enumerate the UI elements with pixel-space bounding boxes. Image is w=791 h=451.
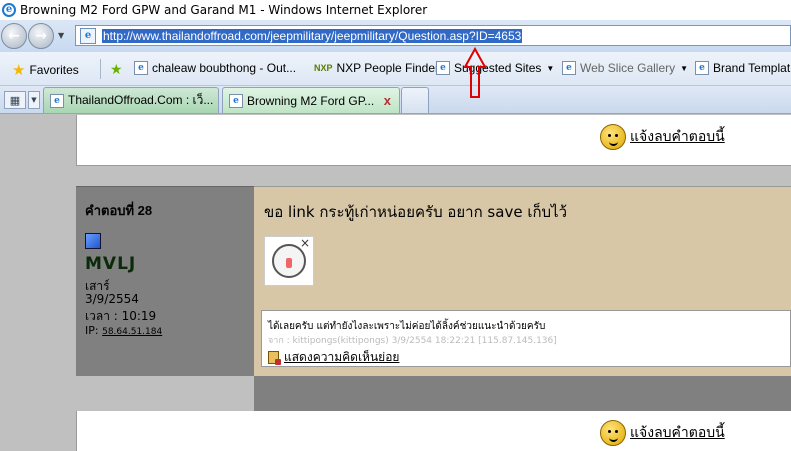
sub-comment-text: ได้เลยครับ แต่ทำยังไงละเพราะไม่ค่อยได้ลิ… xyxy=(268,321,546,332)
favorite-item-suggested-sites[interactable]: e Suggested Sites ▼ xyxy=(436,61,554,75)
chevron-down-icon: ▼ xyxy=(31,96,37,104)
nxp-logo-icon: NXP xyxy=(314,63,333,73)
reply-author-panel: คำตอบที่ 28 MVLJ เสาร์ 3/9/2554 เวลา : 1… xyxy=(76,186,254,376)
favorite-item-outlook[interactable]: e chaleaw boubthong - Out... xyxy=(134,61,296,75)
favorite-item-label: Web Slice Gallery xyxy=(580,61,676,75)
reply-footer-right xyxy=(254,376,791,411)
reply-number: คำตอบที่ 28 xyxy=(85,203,153,218)
back-button[interactable]: ← xyxy=(1,23,27,49)
smiley-icon xyxy=(600,124,626,150)
username: MVLJ xyxy=(85,254,137,274)
new-tab-button[interactable] xyxy=(401,87,429,113)
reply-ip: IP: 58.64.51.184 xyxy=(85,324,162,337)
report-link-label: แจ้งลบคำตอบนี้ xyxy=(630,425,725,441)
window-title: Browning M2 Ford GPW and Garand M1 - Win… xyxy=(20,3,428,17)
chevron-down-icon: ▼ xyxy=(680,63,689,73)
page-icon: e xyxy=(695,61,709,75)
forward-arrow-icon: → xyxy=(35,28,47,44)
page-icon: e xyxy=(134,61,148,75)
favorite-item-web-slice[interactable]: e Web Slice Gallery ▼ xyxy=(562,61,688,75)
favorites-label: Favorites xyxy=(29,63,79,77)
ip-label: IP: xyxy=(85,324,99,337)
ie-logo-icon: e xyxy=(2,3,16,17)
favorite-item-label: NXP People Finder xyxy=(336,61,440,75)
tab-browning-m2[interactable]: e Browning M2 Ford GP... x xyxy=(222,87,400,113)
page-icon: e xyxy=(229,93,243,108)
forward-button[interactable]: → xyxy=(28,23,54,49)
add-favorite-icon: ★ xyxy=(110,61,123,77)
tab-bar: ▦ ▼ e ThailandOffroad.Com : เว็... e Bro… xyxy=(0,86,791,114)
page-icon: e xyxy=(436,61,450,75)
user-os-icon xyxy=(85,233,101,249)
reply-text: ขอ link กระทู้เก่าหน่อยครับ อยาก save เก… xyxy=(264,203,568,221)
comment-icon xyxy=(268,351,281,365)
sub-comment-meta: จาก : kittipongs(kittipongs) 3/9/2554 18… xyxy=(268,336,557,346)
crying-face-icon xyxy=(272,236,310,278)
close-icon[interactable]: x xyxy=(384,93,391,108)
back-arrow-icon: ← xyxy=(8,28,20,44)
report-delete-link[interactable]: แจ้งลบคำตอบนี้ xyxy=(600,420,725,446)
report-delete-link[interactable]: แจ้งลบคำตอบนี้ xyxy=(600,124,725,150)
favorite-item-label: Brand Templat xyxy=(713,61,791,75)
show-comments-link[interactable]: แสดงความคิดเห็นย่อย xyxy=(268,348,399,367)
sub-comment-box: ได้เลยครับ แต่ทำยังไงละเพราะไม่ค่อยได้ลิ… xyxy=(261,310,791,367)
navigation-bar: ← → ▼ e http://www.thailandoffroad.com/j… xyxy=(0,20,791,52)
history-dropdown-icon[interactable]: ▼ xyxy=(58,31,64,40)
reply-body: ขอ link กระทู้เก่าหน่อยครับ อยาก save เก… xyxy=(254,186,791,376)
address-bar[interactable]: e http://www.thailandoffroad.com/jeepmil… xyxy=(75,25,791,46)
window-titlebar: e Browning M2 Ford GPW and Garand M1 - W… xyxy=(0,0,791,20)
add-to-favorites-button[interactable]: ★ xyxy=(110,61,127,78)
tab-thailandoffroad[interactable]: e ThailandOffroad.Com : เว็... xyxy=(43,87,219,113)
ip-link[interactable]: 58.64.51.184 xyxy=(102,327,162,337)
sticker-image xyxy=(264,236,314,286)
quick-tabs-button[interactable]: ▦ xyxy=(4,91,26,109)
favorite-item-brand-template[interactable]: e Brand Templat xyxy=(695,61,790,75)
favorite-item-label: chaleaw boubthong - Out... xyxy=(152,61,297,75)
tab-label: Browning M2 Ford GP... xyxy=(247,93,375,108)
reply-date: 3/9/2554 xyxy=(85,292,139,306)
tab-list-button[interactable]: ▼ xyxy=(28,91,40,109)
page-content: แจ้งลบคำตอบนี้ คำตอบที่ 28 MVLJ เสาร์ 3/… xyxy=(0,115,791,451)
grid-icon: ▦ xyxy=(9,93,21,107)
favorites-button[interactable]: ★ Favorites xyxy=(12,61,79,79)
address-url[interactable]: http://www.thailandoffroad.com/jeepmilit… xyxy=(102,28,523,43)
red-arrow-annotation-icon xyxy=(463,47,487,98)
chevron-down-icon: ▼ xyxy=(546,63,555,73)
page-icon: e xyxy=(562,61,576,75)
tab-label: ThailandOffroad.Com : เว็... xyxy=(68,93,214,107)
favorites-bar: ★ Favorites ★ e chaleaw boubthong - Out.… xyxy=(0,52,791,86)
favorites-separator xyxy=(100,59,101,79)
smiley-icon xyxy=(600,420,626,446)
page-icon: e xyxy=(50,93,64,108)
favorite-item-nxp[interactable]: NXP NXP People Finder xyxy=(314,61,439,75)
reply-footer-left xyxy=(76,376,254,411)
page-icon: e xyxy=(80,27,96,44)
report-link-label: แจ้งลบคำตอบนี้ xyxy=(630,129,725,145)
favorites-star-icon: ★ xyxy=(12,62,26,79)
show-comments-label: แสดงความคิดเห็นย่อย xyxy=(284,350,400,364)
